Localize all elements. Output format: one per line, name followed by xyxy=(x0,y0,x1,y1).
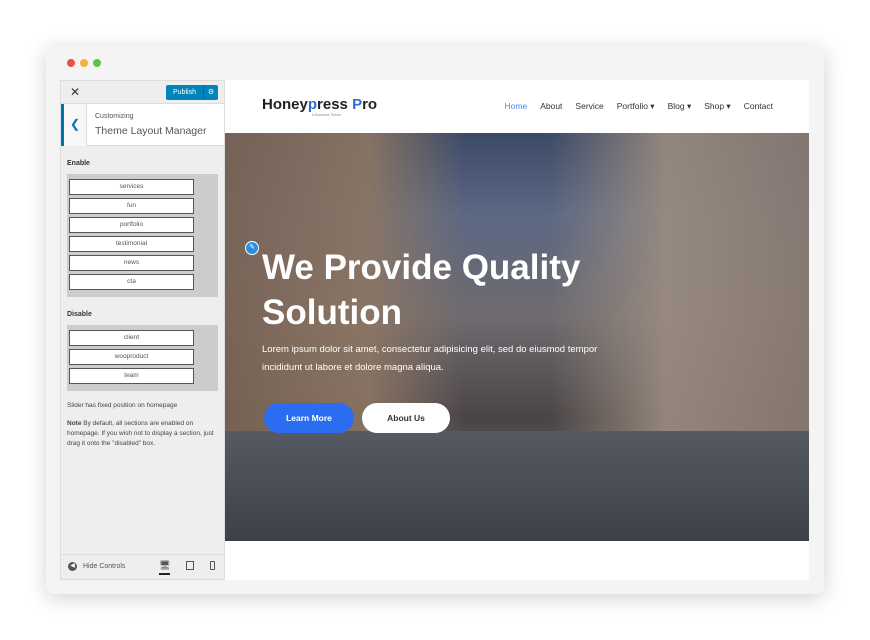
section-item[interactable]: fun xyxy=(69,198,194,214)
gear-icon[interactable]: ⚙ xyxy=(204,85,218,100)
site-preview: Honeypress Pro A Business Theme Home Abou… xyxy=(225,80,809,580)
close-icon[interactable]: ✕ xyxy=(70,85,80,99)
maximize-dot[interactable] xyxy=(93,59,101,67)
publish-button[interactable]: Publish ⚙ xyxy=(166,85,218,100)
mobile-preview-icon[interactable] xyxy=(210,561,215,570)
nav-portfolio[interactable]: Portfolio ▾ xyxy=(617,101,655,112)
hero-title: We Provide Quality Solution xyxy=(262,248,581,332)
section-item[interactable]: services xyxy=(69,179,194,195)
note: Note By default, all sections are enable… xyxy=(67,419,218,449)
enable-label: Enable xyxy=(67,160,90,167)
disable-label: Disable xyxy=(67,311,92,318)
nav-home[interactable]: Home xyxy=(505,101,528,112)
site-logo[interactable]: Honeypress Pro A Business Theme xyxy=(262,96,377,117)
main-menu: Home About Service Portfolio ▾ Blog ▾ Sh… xyxy=(505,101,773,112)
logo-tagline: A Business Theme xyxy=(312,113,342,117)
section-item[interactable]: testimonial xyxy=(69,236,194,252)
nav-contact[interactable]: Contact xyxy=(744,101,773,112)
edit-pencil-icon[interactable]: ✎ xyxy=(245,241,259,255)
hero-slider: ✎ We Provide Quality Solution Lorem ipsu… xyxy=(225,133,809,541)
hide-controls-button[interactable]: Hide Controls xyxy=(83,563,125,570)
hide-controls-icon[interactable]: ◀ xyxy=(68,562,77,571)
back-button[interactable]: ❮ xyxy=(61,104,87,146)
nav-blog[interactable]: Blog ▾ xyxy=(668,101,692,112)
note-text: By default, all sections are enabled on … xyxy=(67,420,214,447)
section-item[interactable]: portfolio xyxy=(69,217,194,233)
hero-text: Lorem ipsum dolor sit amet, consectetur … xyxy=(262,344,598,373)
customizer-panel: ✕ Publish ⚙ ❮ Customizing Theme Layout Ma… xyxy=(60,80,225,580)
section-item[interactable]: team xyxy=(69,368,194,384)
panel-title: Theme Layout Manager xyxy=(95,125,207,137)
slider-note: Slider has fixed position on homepage xyxy=(67,402,178,409)
customizing-label: Customizing xyxy=(95,113,134,120)
close-dot[interactable] xyxy=(67,59,75,67)
note-label: Note xyxy=(67,420,82,427)
about-us-button[interactable]: About Us xyxy=(362,403,450,433)
nav-about[interactable]: About xyxy=(540,101,562,112)
section-item[interactable]: wooproduct xyxy=(69,349,194,365)
panel-footer: ◀ Hide Controls 🖥 xyxy=(61,554,224,579)
nav-shop[interactable]: Shop ▾ xyxy=(704,101,730,112)
section-item[interactable]: cta xyxy=(69,274,194,290)
tablet-preview-icon[interactable] xyxy=(186,561,194,570)
site-header: Honeypress Pro A Business Theme Home Abou… xyxy=(225,80,809,133)
nav-service[interactable]: Service xyxy=(575,101,603,112)
enabled-box: services fun portfolio testimonial news … xyxy=(67,174,218,297)
section-item[interactable]: news xyxy=(69,255,194,271)
disabled-box: client wooproduct team xyxy=(67,325,218,391)
publish-label[interactable]: Publish xyxy=(166,85,204,100)
hero-street xyxy=(225,431,809,541)
learn-more-button[interactable]: Learn More xyxy=(264,403,354,433)
desktop-preview-icon[interactable]: 🖥 xyxy=(159,560,171,575)
minimize-dot[interactable] xyxy=(80,59,88,67)
browser-window: ✕ Publish ⚙ ❮ Customizing Theme Layout Ma… xyxy=(46,46,824,594)
section-item[interactable]: client xyxy=(69,330,194,346)
